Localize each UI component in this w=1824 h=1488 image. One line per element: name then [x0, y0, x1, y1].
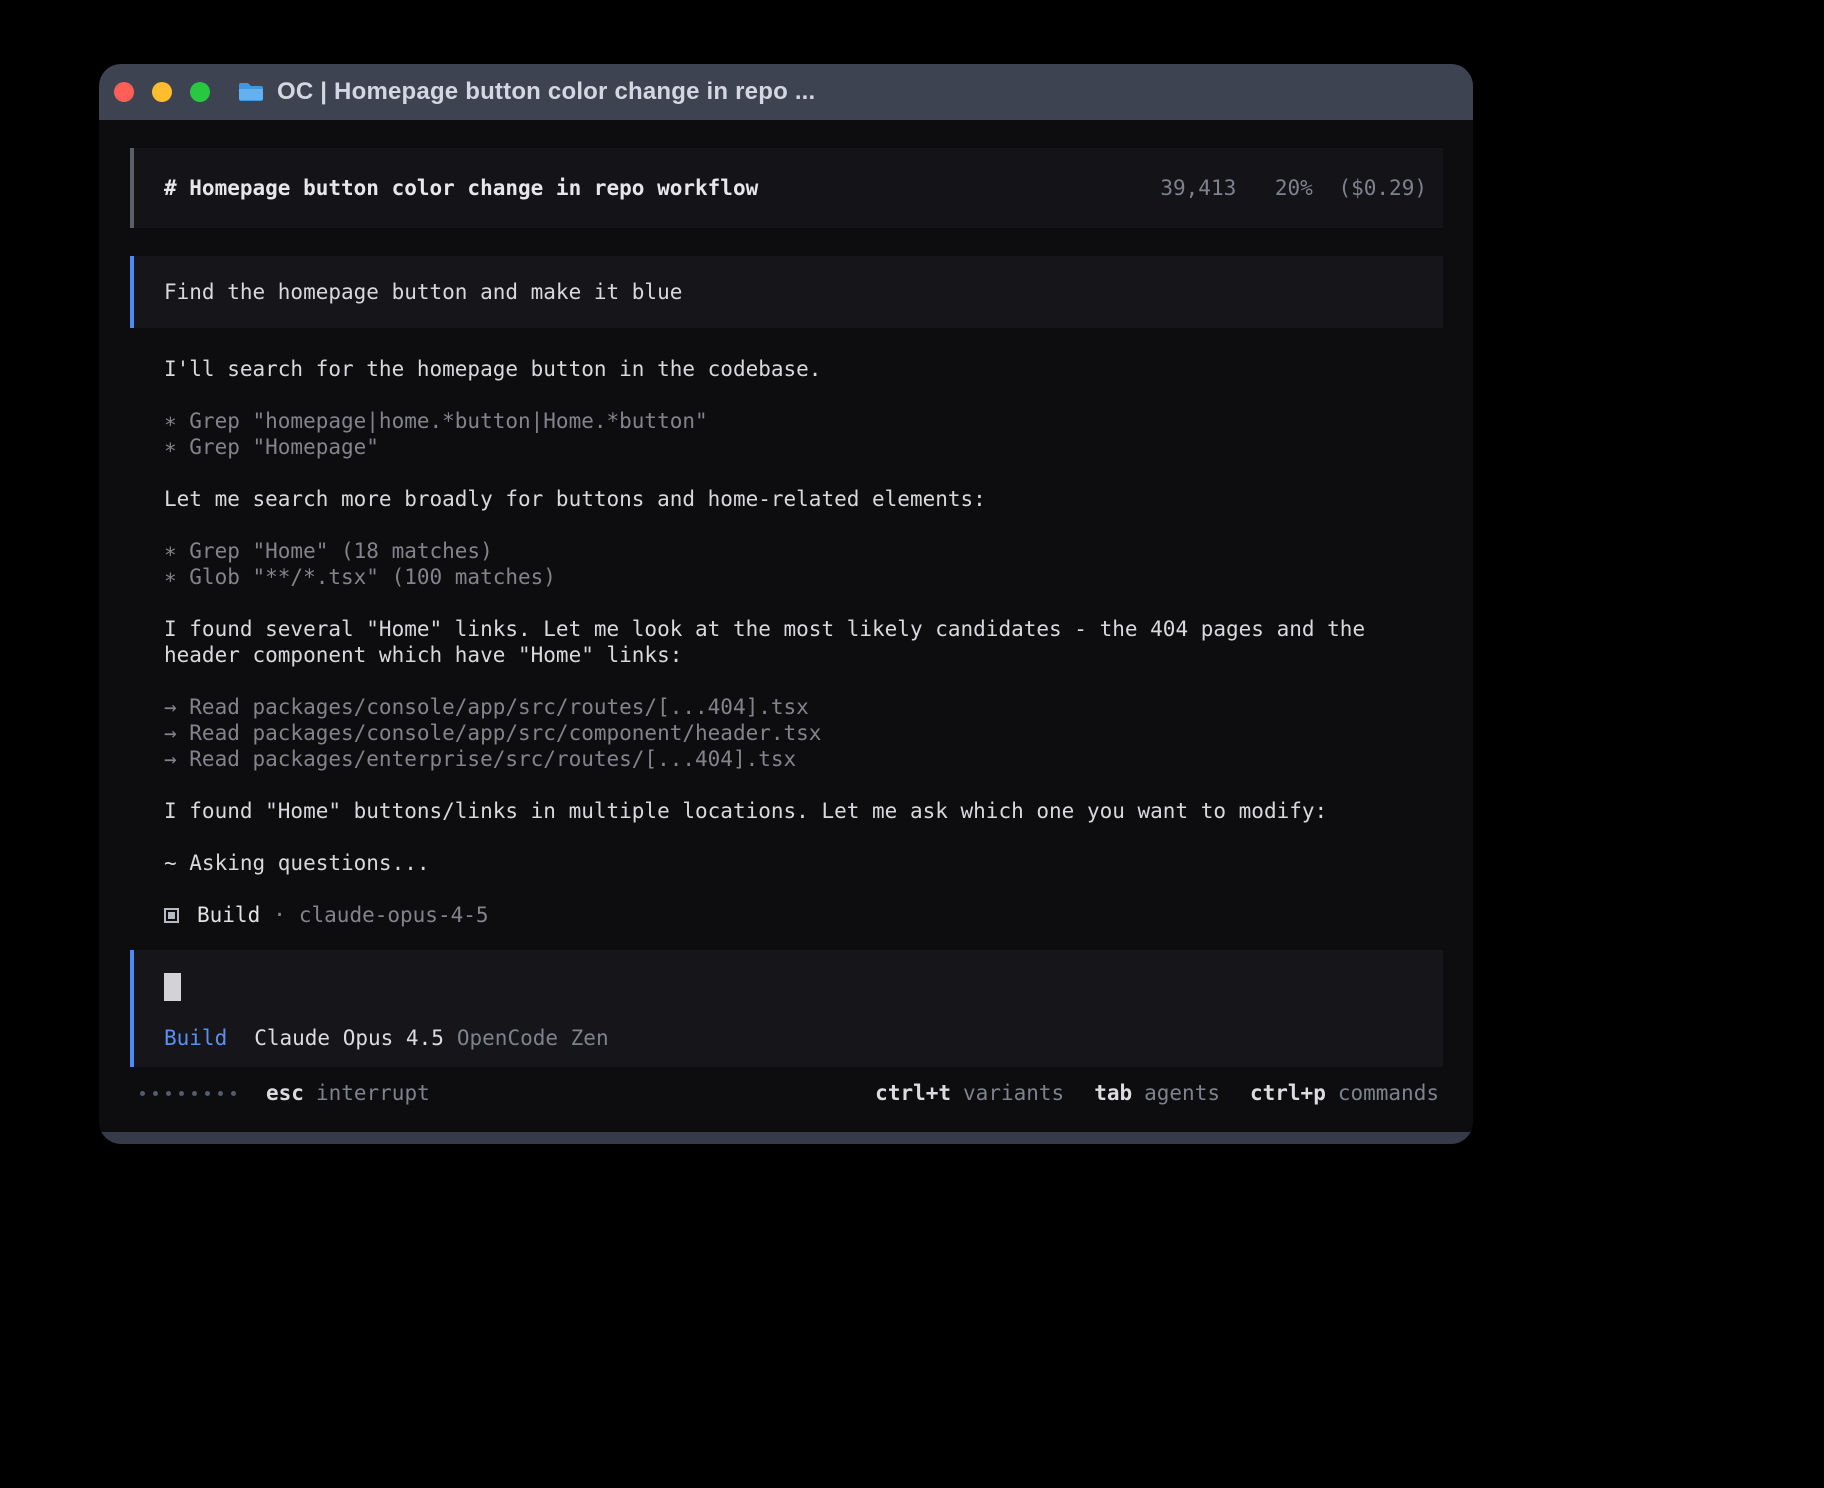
tool-call-line: ∗ Grep "homepage|home.*button|Home.*butt…	[164, 408, 1409, 434]
user-message-text: Find the homepage button and make it blu…	[164, 280, 682, 304]
session-title: # Homepage button color change in repo w…	[164, 176, 758, 200]
shortcut-key: ctrl+t	[875, 1080, 951, 1106]
tool-call-group: ∗ Grep "Home" (18 matches) ∗ Glob "**/*.…	[164, 538, 1409, 590]
text-cursor	[164, 973, 181, 1001]
tool-call-group: → Read packages/console/app/src/routes/[…	[164, 694, 1409, 772]
assistant-text: I found "Home" buttons/links in multiple…	[164, 798, 1409, 824]
agent-badge: Build · claude-opus-4-5	[164, 902, 1409, 928]
traffic-lights	[114, 82, 210, 102]
context-percent: 20%	[1275, 176, 1313, 200]
tool-call-line: → Read packages/console/app/src/routes/[…	[164, 694, 1409, 720]
prompt-input[interactable]: Build Claude Opus 4.5 OpenCode Zen	[130, 950, 1443, 1067]
tool-call-line: ∗ Grep "Home" (18 matches)	[164, 538, 1409, 564]
window-title: OC | Homepage button color change in rep…	[277, 78, 815, 106]
assistant-status-text: ~ Asking questions...	[164, 850, 1409, 876]
agent-name: Build	[197, 902, 260, 928]
user-message: Find the homepage button and make it blu…	[130, 256, 1443, 328]
terminal-content: # Homepage button color change in repo w…	[99, 148, 1473, 1106]
shortcut-label: interrupt	[316, 1080, 430, 1106]
tool-call-line: → Read packages/enterprise/src/routes/[.…	[164, 746, 1409, 772]
status-bar-left: esc interrupt	[140, 1080, 430, 1106]
shortcut-key: esc	[266, 1080, 304, 1106]
agent-square-icon	[164, 908, 179, 923]
shortcut-variants: ctrl+t variants	[875, 1080, 1064, 1106]
input-meta-row: Build Claude Opus 4.5 OpenCode Zen	[164, 1025, 1413, 1051]
shortcut-label: variants	[963, 1080, 1064, 1106]
shortcut-key: tab	[1094, 1080, 1132, 1106]
shortcut-key: ctrl+p	[1250, 1080, 1326, 1106]
agent-model: claude-opus-4-5	[299, 902, 489, 928]
token-count: 39,413	[1160, 176, 1236, 200]
close-button[interactable]	[114, 82, 134, 102]
folder-icon	[237, 81, 265, 103]
provider-label: OpenCode Zen	[457, 1025, 609, 1051]
assistant-text: I'll search for the homepage button in t…	[164, 356, 1409, 382]
tool-call-line: ∗ Grep "Homepage"	[164, 434, 1409, 460]
window-bottom-rim	[99, 1132, 1473, 1144]
model-label: Claude Opus 4.5	[254, 1025, 444, 1051]
session-header: # Homepage button color change in repo w…	[130, 148, 1443, 228]
shortcut-agents: tab agents	[1094, 1080, 1220, 1106]
zoom-button[interactable]	[190, 82, 210, 102]
agent-mode-label[interactable]: Build	[164, 1025, 227, 1051]
shortcut-label: agents	[1144, 1080, 1220, 1106]
shortcut-label: commands	[1338, 1080, 1439, 1106]
assistant-text: I found several "Home" links. Let me loo…	[164, 616, 1409, 668]
shortcut-commands: ctrl+p commands	[1250, 1080, 1439, 1106]
tool-call-group: ∗ Grep "homepage|home.*button|Home.*butt…	[164, 408, 1409, 460]
tool-call-line: → Read packages/console/app/src/componen…	[164, 720, 1409, 746]
spinner-dots-icon	[140, 1091, 236, 1096]
agent-separator: ·	[273, 902, 286, 928]
session-stats: 39,413 20% ($0.29)	[1160, 176, 1427, 200]
terminal-window: OC | Homepage button color change in rep…	[99, 64, 1473, 1144]
shortcut-interrupt: esc interrupt	[266, 1080, 430, 1106]
minimize-button[interactable]	[152, 82, 172, 102]
status-bar: esc interrupt ctrl+t variants tab agents…	[130, 1080, 1443, 1106]
tool-call-line: ∗ Glob "**/*.tsx" (100 matches)	[164, 564, 1409, 590]
session-cost: ($0.29)	[1338, 176, 1427, 200]
window-titlebar[interactable]: OC | Homepage button color change in rep…	[99, 64, 1473, 120]
conversation: I'll search for the homepage button in t…	[164, 356, 1409, 928]
status-bar-right: ctrl+t variants tab agents ctrl+p comman…	[875, 1080, 1439, 1106]
assistant-text: Let me search more broadly for buttons a…	[164, 486, 1409, 512]
